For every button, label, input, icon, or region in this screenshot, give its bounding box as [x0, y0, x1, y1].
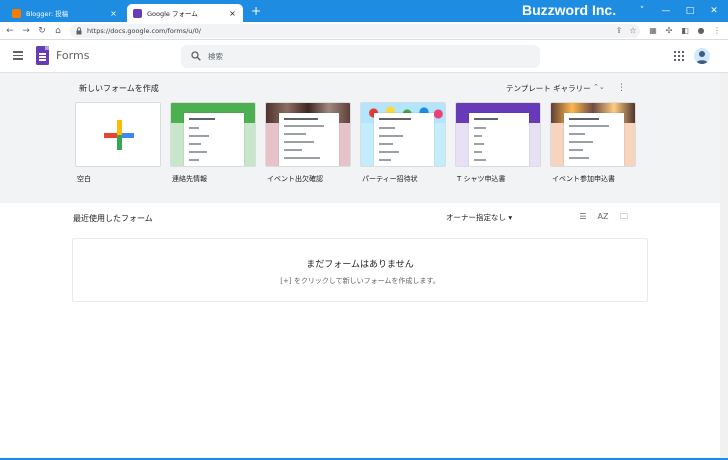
puzzle-icon[interactable]: ✣ [663, 24, 675, 38]
template-label: イベント出欠確認 [267, 175, 323, 183]
maximize-button[interactable]: □ [680, 3, 700, 19]
forms-app-header: Forms 検索 [0, 40, 728, 73]
window-title: Buzzword Inc. [522, 2, 617, 18]
template-label: 連絡先情報 [172, 175, 207, 183]
back-icon[interactable]: ← [4, 24, 16, 38]
template-preview-sheet [374, 113, 434, 166]
plus-icon-vertical [117, 120, 122, 150]
template-preview-sheet [184, 113, 244, 166]
bookmark-star-icon[interactable]: ☆ [627, 24, 639, 38]
home-icon[interactable]: ⌂ [52, 24, 64, 38]
owner-filter-dropdown[interactable]: オーナー指定なし ▾ [446, 212, 512, 223]
template-label: イベント参加申込書 [552, 175, 615, 183]
avatar-person-icon [696, 51, 708, 64]
blogger-favicon-icon [12, 8, 21, 18]
new-form-heading: 新しいフォームを作成 [79, 84, 159, 93]
close-window-button[interactable]: ✕ [704, 3, 724, 19]
chrome-menu-icon[interactable]: ⋮ [711, 24, 723, 38]
profile-icon[interactable]: ● [695, 24, 707, 38]
sidepanel-icon[interactable]: ◧ [679, 24, 691, 38]
empty-state-title: まだフォームはありません [306, 260, 414, 270]
forms-favicon-icon [133, 8, 142, 18]
address-bar-row: ← → ↻ ⌂ https://docs.google.com/forms/u/… [0, 22, 728, 40]
tab-title: Google フォーム [147, 10, 198, 18]
forms-logo-icon[interactable] [36, 46, 49, 65]
template-label: パーティー招待状 [362, 175, 418, 183]
empty-state-subtitle: [+] をクリックして新しいフォームを作成します。 [280, 277, 440, 285]
extension-icon[interactable]: ▦ [647, 24, 659, 38]
template-preview-sheet [279, 113, 339, 166]
template-label: 空白 [77, 175, 91, 183]
tab-google-forms[interactable]: Google フォーム × [127, 4, 243, 22]
share-icon[interactable]: ⇪ [613, 24, 625, 38]
tab-blogger[interactable]: Blogger: 投稿 × [6, 4, 124, 22]
expand-collapse-icon[interactable]: ⌃⌄ [593, 83, 605, 91]
template-gallery-toggle[interactable]: テンプレート ギャラリー [506, 83, 591, 94]
reload-icon[interactable]: ↻ [36, 24, 48, 38]
template-label: T シャツ申込書 [457, 175, 506, 183]
template-preview-sheet [469, 113, 529, 166]
tab-close-icon[interactable]: × [109, 9, 118, 18]
search-bar[interactable]: 検索 [181, 45, 540, 68]
forward-icon[interactable]: → [20, 24, 32, 38]
more-options-icon[interactable]: ⋮ [617, 82, 626, 94]
page-scrollbar[interactable] [720, 73, 728, 460]
tab-close-icon[interactable]: × [228, 9, 237, 18]
template-event-rsvp[interactable] [265, 102, 351, 167]
browser-titlebar: Blogger: 投稿 × Google フォーム × + Buzzword I… [0, 0, 728, 22]
template-preview-sheet [564, 113, 624, 166]
new-tab-button[interactable]: + [249, 4, 263, 18]
tab-search-button[interactable]: ˅ [632, 3, 652, 19]
empty-forms-panel: まだフォームはありません [+] をクリックして新しいフォームを作成します。 [72, 238, 648, 302]
template-gallery-section: 新しいフォームを作成 テンプレート ギャラリー ⌃⌄ ⋮ 空白 連絡先情報 イベ… [0, 73, 728, 203]
template-event-registration[interactable] [550, 102, 636, 167]
list-view-icon[interactable]: ☰ [577, 211, 589, 223]
tab-title: Blogger: 投稿 [26, 10, 69, 18]
url-text: https://docs.google.com/forms/u/0/ [87, 27, 201, 35]
template-party-invite[interactable] [360, 102, 446, 167]
search-placeholder: 検索 [208, 52, 223, 61]
template-blank[interactable] [75, 102, 161, 167]
recent-forms-heading: 最近使用したフォーム [73, 214, 153, 223]
sort-az-icon[interactable]: AZ [597, 211, 609, 223]
template-contact-info[interactable] [170, 102, 256, 167]
folder-icon[interactable]: 🗀 [618, 211, 630, 223]
search-icon [191, 51, 201, 61]
template-tshirt-signup[interactable] [455, 102, 541, 167]
minimize-button[interactable]: — [656, 3, 676, 19]
lock-icon [76, 27, 82, 35]
url-field[interactable]: https://docs.google.com/forms/u/0/ [70, 24, 640, 38]
main-menu-icon[interactable] [13, 51, 23, 60]
google-apps-icon[interactable] [674, 51, 684, 61]
avatar[interactable] [694, 48, 710, 64]
app-name[interactable]: Forms [56, 49, 89, 62]
